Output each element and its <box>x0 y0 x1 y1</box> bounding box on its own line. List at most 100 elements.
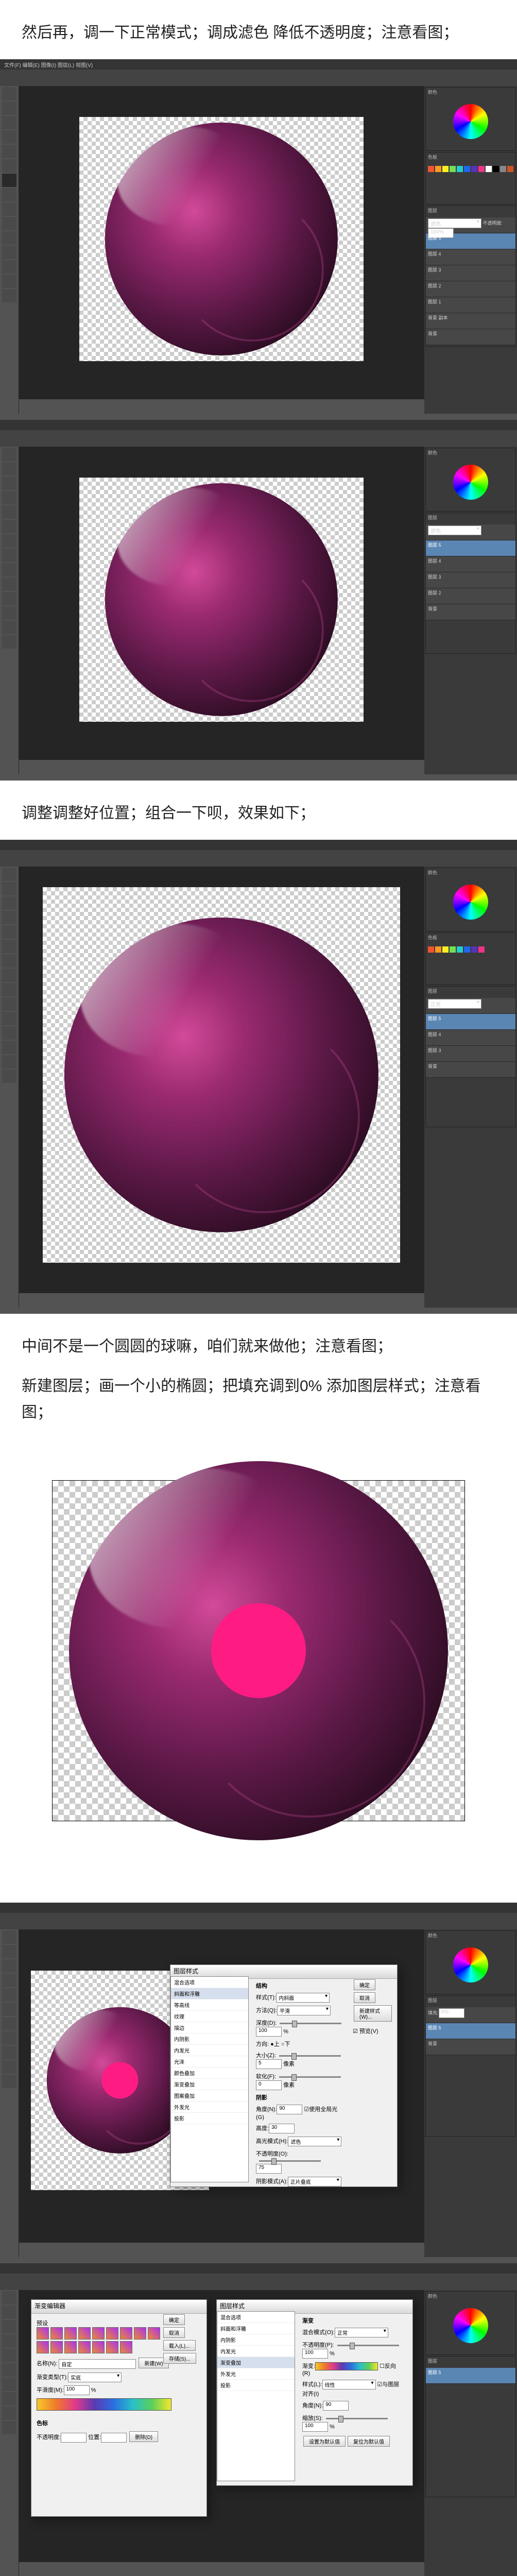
menubar[interactable] <box>0 1903 517 1913</box>
stop-opac-input[interactable] <box>61 2433 87 2443</box>
style-item[interactable]: 内阴影 <box>217 2334 295 2346</box>
panels[interactable]: 颜色 图层 填充:0% 图层 5 背景 <box>424 1929 517 2257</box>
optionbar[interactable] <box>0 2274 517 2291</box>
newstyle-button[interactable]: 新建样式(W)... <box>354 2005 392 2022</box>
layer-row[interactable]: 背景 <box>426 329 515 345</box>
color-wheel[interactable] <box>426 879 515 931</box>
layer-row[interactable]: 图层 3 <box>426 1046 515 1062</box>
style-item[interactable]: 混合选项 <box>171 1977 248 1988</box>
tool-text[interactable] <box>2 246 16 259</box>
layer-mode-row[interactable]: 滤色 不透明度:100% <box>426 217 515 233</box>
g-op-slider[interactable] <box>337 2345 399 2346</box>
layer-row[interactable]: 图层 2 <box>426 588 515 604</box>
preview-check[interactable]: 预览(V) <box>359 2028 378 2035</box>
layer-row[interactable]: 图层 3 <box>426 572 515 588</box>
bevel-method[interactable]: 平滑 <box>277 2006 331 2015</box>
layer-row[interactable]: 图层 5 <box>426 2023 515 2039</box>
hop-slider[interactable] <box>259 2160 321 2162</box>
fill-input[interactable]: 0% <box>439 2008 464 2018</box>
optionbar[interactable] <box>0 70 517 87</box>
tool-shape[interactable] <box>2 260 16 274</box>
g-scale-slider[interactable] <box>326 2418 388 2419</box>
panel-color[interactable]: 颜色 <box>426 868 515 879</box>
panel-layers[interactable]: 图层 <box>426 2357 515 2368</box>
shadmode-select[interactable]: 正片叠底 <box>288 2177 341 2187</box>
layer-row[interactable]: 背景 副本 <box>426 313 515 329</box>
panel-color[interactable]: 颜色 <box>426 88 515 99</box>
style-item[interactable]: 混合选项 <box>217 2312 295 2323</box>
style-item[interactable]: 内阴影 <box>171 2033 248 2045</box>
layer-row[interactable]: 图层 3 <box>426 265 515 281</box>
soft-slider[interactable] <box>279 2076 341 2078</box>
layer-row[interactable]: 图层 4 <box>426 249 515 265</box>
hmode-select[interactable]: 滤色 <box>288 2137 341 2146</box>
hop-input[interactable]: 75 <box>256 2164 282 2174</box>
style-item[interactable]: 内发光 <box>217 2346 295 2357</box>
g-scale-input[interactable]: 100 <box>302 2422 328 2432</box>
g-blend-select[interactable]: 正常 <box>335 2328 388 2337</box>
layer-mode-row[interactable]: 填充:0% <box>426 2007 515 2023</box>
layer-row[interactable]: 图层 2 <box>426 281 515 297</box>
panel-layers[interactable]: 图层 <box>426 987 515 998</box>
tool-zoom[interactable] <box>2 289 16 302</box>
menubar[interactable] <box>0 840 517 850</box>
g-op-input[interactable]: 100 <box>302 2349 328 2359</box>
load-button[interactable]: 载入(L)... <box>163 2340 196 2351</box>
ok-button[interactable]: 确定 <box>163 2314 185 2325</box>
canvas[interactable] <box>43 887 400 1263</box>
gradient-editor-dialog[interactable]: 渐变编辑器 预设 名称(N): 自定 新建(W) 渐变类型(T):实底 平滑度(… <box>31 2299 207 2517</box>
gradient-bar[interactable] <box>37 2398 171 2411</box>
layer-row[interactable]: 背景 <box>426 1062 515 1078</box>
tool-pen[interactable] <box>2 231 16 245</box>
depth-input[interactable]: 100 <box>256 2027 282 2037</box>
cancel-button[interactable]: 取消 <box>163 2327 185 2338</box>
canvas[interactable] <box>79 117 364 361</box>
make-default-button[interactable]: 设置为默认值 <box>303 2436 346 2447</box>
style-item[interactable]: 颜色叠加 <box>171 2067 248 2079</box>
canvas-area[interactable] <box>19 867 424 1293</box>
g-gradient-swatch[interactable] <box>315 2362 378 2370</box>
layer-mode-row[interactable]: 滤色 <box>426 524 515 540</box>
layer-row[interactable]: 图层 4 <box>426 556 515 572</box>
layer-row[interactable]: 背景 <box>426 2039 515 2055</box>
menu-layer[interactable]: 图层(L) <box>58 63 74 69</box>
color-wheel[interactable] <box>426 1942 515 1994</box>
panel-layers[interactable]: 图层 <box>426 206 515 217</box>
style-item[interactable]: 描边 <box>171 2022 248 2033</box>
style-item-bevel[interactable]: 斜面和浮雕 <box>171 1988 248 1999</box>
swatches[interactable] <box>426 944 515 985</box>
gradient-presets[interactable] <box>37 2327 170 2353</box>
menu-image[interactable]: 图像(I) <box>41 63 56 69</box>
layers-list[interactable]: 滤色 图层 5 图层 4 图层 3 图层 2 背景 <box>426 524 515 653</box>
g-style-select[interactable]: 线性 <box>322 2380 376 2389</box>
style-item[interactable]: 图案叠加 <box>171 2090 248 2102</box>
g-angle-input[interactable]: 90 <box>323 2401 349 2411</box>
panel-layers[interactable]: 图层 <box>426 513 515 524</box>
color-wheel[interactable] <box>426 460 515 511</box>
canvas-area[interactable] <box>19 86 424 399</box>
cancel-button[interactable]: 取消 <box>354 1992 375 2003</box>
panels[interactable]: 颜色 图层 滤色 图层 5 图层 4 图层 3 图层 2 背景 <box>424 447 517 774</box>
canvas-area[interactable] <box>19 447 424 760</box>
panel-layers[interactable]: 图层 <box>426 1996 515 2007</box>
grad-type-select[interactable]: 实底 <box>68 2372 122 2382</box>
tool-gradient[interactable] <box>2 217 16 230</box>
style-item[interactable]: 等高线 <box>171 1999 248 2011</box>
panels[interactable]: 颜色 图层图层 5 <box>424 2290 517 2576</box>
panel-color[interactable]: 颜色 <box>426 448 515 460</box>
tool-palette[interactable] <box>0 86 19 414</box>
alt-input[interactable]: 30 <box>269 2124 295 2133</box>
menu-view[interactable]: 视图(V) <box>76 63 93 69</box>
stop-delete-button[interactable]: 删除(D) <box>129 2431 158 2442</box>
panels[interactable]: 颜色 色板 图层 滤色 不透明度:100% 图层 5 图层 4 图层 3 图层 … <box>424 86 517 414</box>
tool-marquee[interactable] <box>2 101 16 115</box>
color-wheel[interactable] <box>426 2303 515 2354</box>
tool-wand[interactable] <box>2 130 16 144</box>
tool-eyedrop[interactable] <box>2 159 16 173</box>
canvas[interactable] <box>79 478 364 722</box>
tool-move[interactable] <box>2 87 16 100</box>
menu-file[interactable]: 文件(F) <box>4 63 21 69</box>
save-button[interactable]: 存储(S)... <box>163 2353 196 2364</box>
layers-list[interactable]: 正常 图层 5 图层 4 图层 3 背景 <box>426 998 515 1127</box>
tool-palette[interactable] <box>0 2290 19 2576</box>
